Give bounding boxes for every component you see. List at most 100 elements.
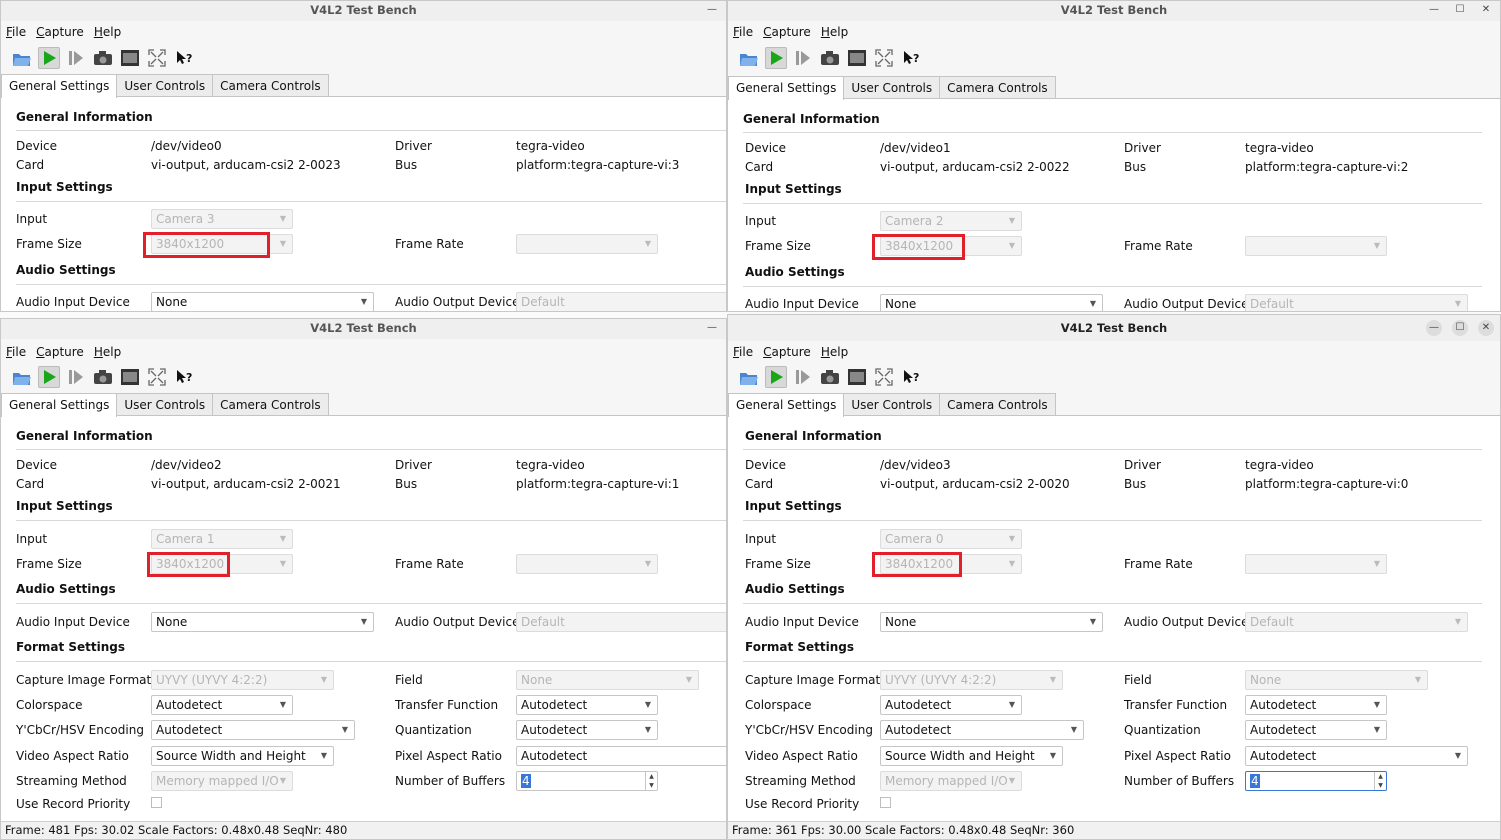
menu-file[interactable]: File <box>6 342 26 362</box>
menu-capture[interactable]: Capture <box>36 22 84 42</box>
start-capture-icon[interactable] <box>765 47 787 69</box>
open-device-icon[interactable] <box>11 366 33 388</box>
close-icon[interactable]: ✕ <box>1478 320 1494 336</box>
tab-general-settings[interactable]: General Settings <box>1 393 118 417</box>
step-icon[interactable] <box>65 47 87 69</box>
minimize-icon[interactable]: — <box>704 2 720 18</box>
menu-file[interactable]: File <box>733 22 753 42</box>
minimize-icon[interactable]: — <box>1426 2 1442 18</box>
open-device-icon[interactable] <box>738 366 760 388</box>
whats-this-icon[interactable]: ? <box>173 47 195 69</box>
spin-arrows-icon[interactable]: ▲ ▼ <box>1374 772 1386 790</box>
encoding-select[interactable]: Autodetect ▼ <box>880 720 1084 740</box>
spin-arrows-icon[interactable]: ▲ ▼ <box>645 772 657 790</box>
fullscreen-icon[interactable] <box>873 47 895 69</box>
encoding-select[interactable]: Autodetect ▼ <box>151 720 355 740</box>
step-icon[interactable] <box>792 366 814 388</box>
pixel-aspect-select[interactable]: Autodetect <box>516 746 726 766</box>
buffers-spinbox[interactable]: 4 ▲ ▼ <box>1245 771 1387 791</box>
streaming-method-select[interactable]: Memory mapped I/O ▼ <box>880 771 1022 791</box>
frame-rate-select[interactable]: ▼ <box>516 554 658 574</box>
audio-input-select[interactable]: None ▼ <box>880 612 1103 632</box>
streaming-method-select[interactable]: Memory mapped I/O ▼ <box>151 771 293 791</box>
snapshot-icon[interactable] <box>819 366 841 388</box>
whats-this-icon[interactable]: ? <box>900 47 922 69</box>
frame-rate-select[interactable]: ▼ <box>516 234 658 254</box>
tab-general-settings[interactable]: General Settings <box>1 74 118 98</box>
pixel-aspect-select[interactable]: Autodetect ▼ <box>1245 746 1468 766</box>
tab-general-settings[interactable]: General Settings <box>728 393 845 417</box>
tab-general-settings[interactable]: General Settings <box>728 76 845 100</box>
menu-help[interactable]: Help <box>94 342 121 362</box>
start-capture-icon[interactable] <box>765 366 787 388</box>
frame-rate-select[interactable]: ▼ <box>1245 236 1387 256</box>
snapshot-icon[interactable] <box>92 47 114 69</box>
capture-formats-select[interactable]: UYVY (UYVY 4:2:2) ▼ <box>880 670 1063 690</box>
tab-camera-controls[interactable]: Camera Controls <box>212 393 329 416</box>
audio-output-select[interactable]: Default ▼ <box>1245 294 1468 311</box>
menu-file[interactable]: File <box>6 22 26 42</box>
menu-help[interactable]: Help <box>821 22 848 42</box>
minimize-icon[interactable]: — <box>704 320 720 336</box>
buffers-spinbox[interactable]: 4 ▲ ▼ <box>516 771 658 791</box>
quantization-select[interactable]: Autodetect ▼ <box>1245 720 1387 740</box>
fullscreen-icon[interactable] <box>873 366 895 388</box>
quantization-select[interactable]: Autodetect ▼ <box>516 720 658 740</box>
close-icon[interactable]: ✕ <box>1478 2 1494 18</box>
tab-camera-controls[interactable]: Camera Controls <box>939 76 1056 99</box>
colorspace-select[interactable]: Autodetect ▼ <box>151 695 293 715</box>
menu-capture[interactable]: Capture <box>763 342 811 362</box>
record-priority-checkbox[interactable] <box>151 797 162 808</box>
audio-input-select[interactable]: None ▼ <box>151 612 374 632</box>
open-device-icon[interactable] <box>738 47 760 69</box>
input-select[interactable]: Camera 2 ▼ <box>880 211 1022 231</box>
video-aspect-select[interactable]: Source Width and Height ▼ <box>880 746 1063 766</box>
audio-input-select[interactable]: None ▼ <box>151 292 374 311</box>
input-select[interactable]: Camera 1 ▼ <box>151 529 293 549</box>
maximize-icon[interactable]: ☐ <box>1452 2 1468 18</box>
record-priority-checkbox[interactable] <box>880 797 891 808</box>
raw-icon[interactable] <box>846 47 868 69</box>
capture-formats-select[interactable]: UYVY (UYVY 4:2:2) ▼ <box>151 670 334 690</box>
field-select[interactable]: None ▼ <box>1245 670 1428 690</box>
transfer-function-select[interactable]: Autodetect ▼ <box>516 695 658 715</box>
step-icon[interactable] <box>792 47 814 69</box>
frame-rate-select[interactable]: ▼ <box>1245 554 1387 574</box>
colorspace-select[interactable]: Autodetect ▼ <box>880 695 1022 715</box>
audio-output-select[interactable]: Default <box>516 612 726 632</box>
tab-camera-controls[interactable]: Camera Controls <box>212 74 329 97</box>
audio-input-select[interactable]: None ▼ <box>880 294 1103 311</box>
raw-icon[interactable] <box>846 366 868 388</box>
whats-this-icon[interactable]: ? <box>900 366 922 388</box>
tab-user-controls[interactable]: User Controls <box>116 393 214 416</box>
raw-icon[interactable] <box>119 366 141 388</box>
tab-camera-controls[interactable]: Camera Controls <box>939 393 1056 416</box>
raw-icon[interactable] <box>119 47 141 69</box>
open-device-icon[interactable] <box>11 47 33 69</box>
tab-user-controls[interactable]: User Controls <box>843 76 941 99</box>
input-select[interactable]: Camera 3 ▼ <box>151 209 293 229</box>
start-capture-icon[interactable] <box>38 366 60 388</box>
whats-this-icon[interactable]: ? <box>173 366 195 388</box>
snapshot-icon[interactable] <box>92 366 114 388</box>
video-aspect-select[interactable]: Source Width and Height ▼ <box>151 746 334 766</box>
field-select[interactable]: None ▼ <box>516 670 699 690</box>
menu-capture[interactable]: Capture <box>36 342 84 362</box>
snapshot-icon[interactable] <box>819 47 841 69</box>
minimize-icon[interactable]: — <box>1426 320 1442 336</box>
menu-help[interactable]: Help <box>821 342 848 362</box>
transfer-function-select[interactable]: Autodetect ▼ <box>1245 695 1387 715</box>
tab-user-controls[interactable]: User Controls <box>843 393 941 416</box>
fullscreen-icon[interactable] <box>146 47 168 69</box>
start-capture-icon[interactable] <box>38 47 60 69</box>
tab-user-controls[interactable]: User Controls <box>116 74 214 97</box>
menu-capture[interactable]: Capture <box>763 22 811 42</box>
menu-file[interactable]: File <box>733 342 753 362</box>
menu-help[interactable]: Help <box>94 22 121 42</box>
fullscreen-icon[interactable] <box>146 366 168 388</box>
maximize-icon[interactable]: ☐ <box>1452 320 1468 336</box>
audio-output-select[interactable]: Default ▼ <box>1245 612 1468 632</box>
audio-output-select[interactable]: Default <box>516 292 726 311</box>
step-icon[interactable] <box>65 366 87 388</box>
input-select[interactable]: Camera 0 ▼ <box>880 529 1022 549</box>
